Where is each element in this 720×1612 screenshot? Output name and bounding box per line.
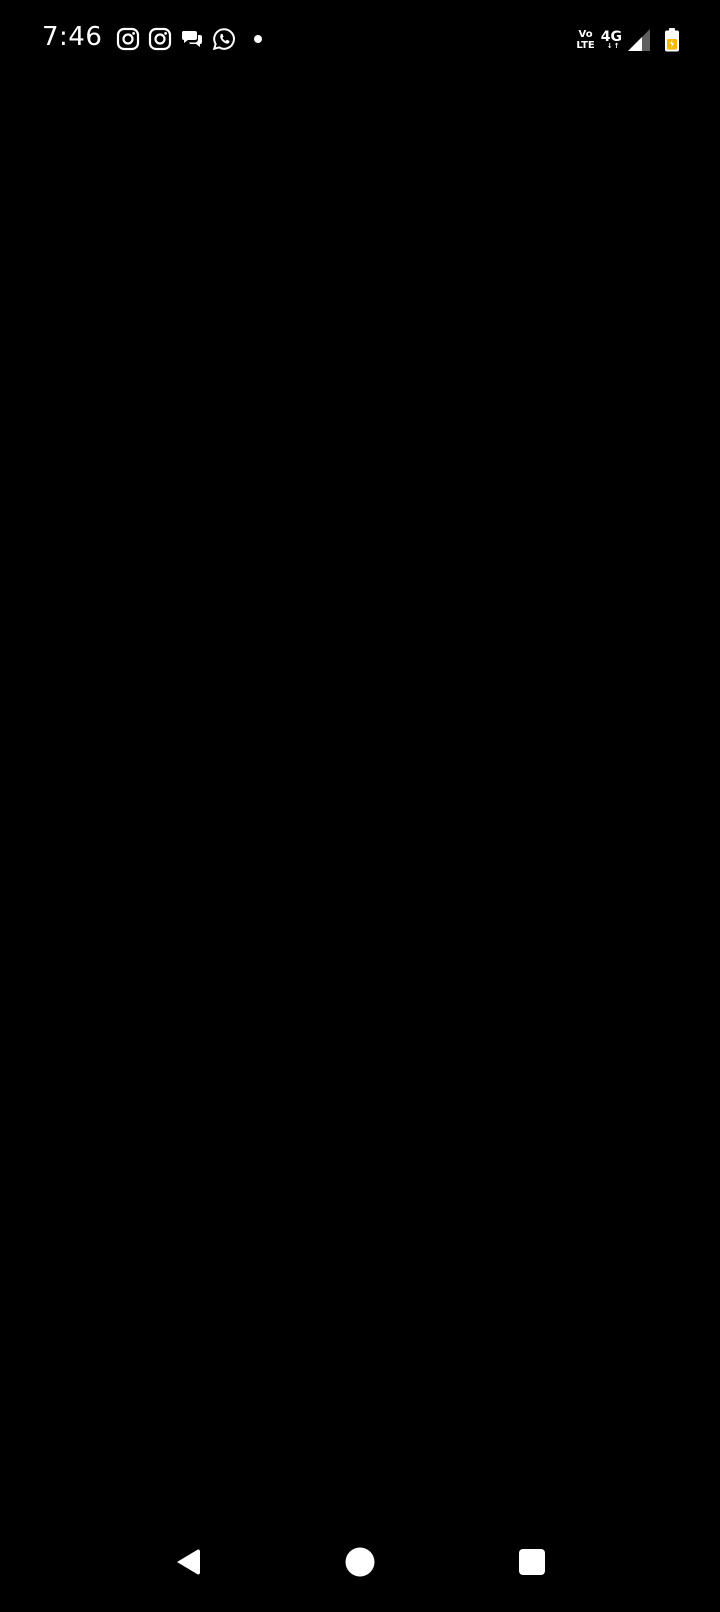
status-bar: 7:46 Vo LTE 4G ↓↑ [0, 0, 720, 80]
notification-icons [116, 26, 262, 52]
volte-top-label: Vo [578, 29, 593, 40]
volte-indicator: Vo LTE [576, 29, 594, 51]
volte-bottom-label: LTE [576, 40, 595, 51]
navigation-bar [0, 1532, 720, 1612]
more-notifications-dot [254, 35, 262, 43]
recents-button[interactable] [502, 1532, 562, 1592]
clock: 7:46 [42, 22, 103, 52]
instagram-icon [116, 27, 140, 51]
back-triangle-icon [177, 1549, 200, 1575]
whatsapp-icon [212, 28, 235, 51]
main-content [0, 80, 720, 1532]
chat-bubbles-icon [181, 31, 202, 47]
recents-square-icon [519, 1549, 545, 1575]
signal-strength-icon [628, 29, 650, 51]
system-icons: Vo LTE 4G ↓↑ [576, 26, 680, 54]
home-button[interactable] [330, 1532, 390, 1592]
battery-icon [665, 28, 679, 52]
back-button[interactable] [158, 1532, 218, 1592]
network-activity-icon: ↓↑ [606, 42, 621, 50]
instagram-icon [148, 27, 172, 51]
home-circle-icon [345, 1547, 375, 1577]
network-type: 4G ↓↑ [601, 30, 622, 50]
